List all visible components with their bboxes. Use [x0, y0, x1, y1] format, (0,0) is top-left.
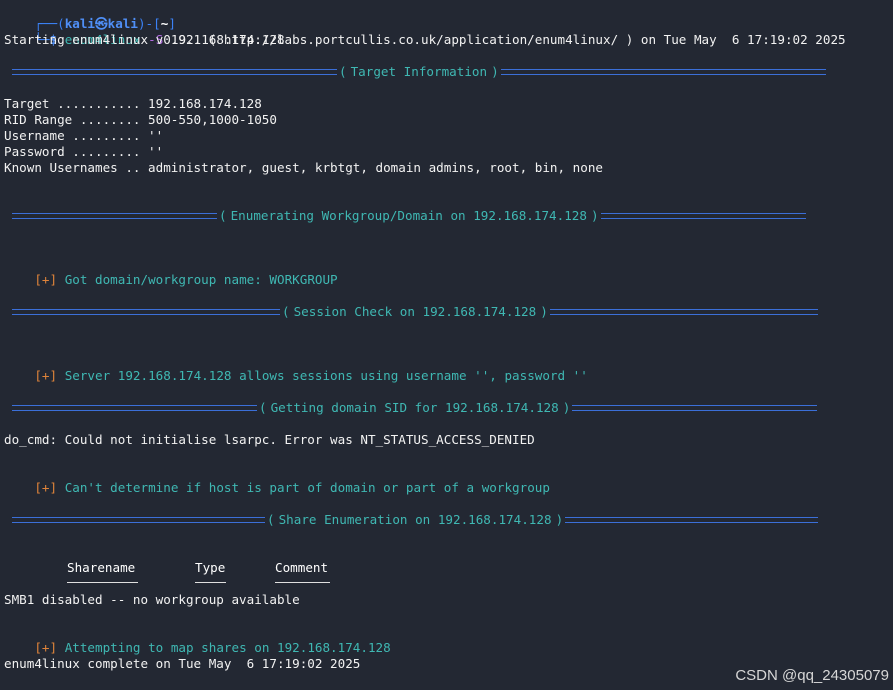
- complete-line: enum4linux complete on Tue May 6 17:19:0…: [4, 656, 361, 671]
- target-line: Target ........... 192.168.174.128: [4, 96, 262, 111]
- result-text: Got domain/workgroup name: WORKGROUP: [64, 272, 338, 287]
- success-marker: [+]: [34, 272, 58, 287]
- section-header-workgroup: ( Enumerating Workgroup/Domain on 192.16…: [12, 208, 806, 224]
- result-session-ok: [+] Server 192.168.174.128 allows sessio…: [4, 352, 588, 383]
- header-close-paren: ): [562, 400, 571, 415]
- section-title-domain-sid: Getting domain SID for 192.168.174.128: [270, 400, 559, 415]
- terminal-window[interactable]: ┌──(kali㉿kali)-[~] └─$ enum4linux -S 192…: [0, 0, 893, 690]
- header-open-paren: (: [339, 64, 347, 79]
- section-title-shares: Share Enumeration on 192.168.174.128: [278, 512, 552, 527]
- watermark: CSDN @qq_24305079: [735, 667, 889, 684]
- section-header-session: ( Session Check on 192.168.174.128 ): [12, 304, 818, 320]
- header-close-paren: ): [555, 512, 564, 527]
- header-rule-left: [12, 69, 337, 75]
- header-close-paren: ): [491, 64, 499, 79]
- share-col-sharename-underline: [67, 582, 138, 583]
- lsarpc-error-line: do_cmd: Could not initialise lsarpc. Err…: [4, 432, 535, 447]
- share-col-comment-underline: [275, 582, 330, 583]
- header-rule-right: [565, 517, 819, 523]
- success-marker: [+]: [34, 640, 58, 655]
- section-title-workgroup: Enumerating Workgroup/Domain on 192.168.…: [230, 208, 587, 223]
- known-usernames-line: Known Usernames .. administrator, guest,…: [4, 160, 603, 175]
- success-marker: [+]: [34, 480, 58, 495]
- header-rule-left: [12, 213, 217, 219]
- share-col-type-underline: [195, 582, 226, 583]
- header-rule-left: [12, 517, 265, 523]
- success-marker: [+]: [34, 368, 58, 383]
- section-header-domain-sid: ( Getting domain SID for 192.168.174.128…: [12, 400, 818, 416]
- prompt-line-top: ┌──(kali㉿kali)-[~]: [4, 0, 176, 31]
- result-text: Server 192.168.174.128 allows sessions u…: [64, 368, 588, 383]
- result-text: Can't determine if host is part of domai…: [64, 480, 550, 495]
- result-map-shares: [+] Attempting to map shares on 192.168.…: [4, 624, 390, 655]
- header-open-paren: (: [219, 208, 227, 223]
- header-rule-right: [500, 69, 826, 75]
- password-line: Password ......... '': [4, 144, 164, 159]
- smb1-line: SMB1 disabled -- no workgroup available: [4, 592, 300, 607]
- section-title-session: Session Check on 192.168.174.128: [293, 304, 537, 319]
- share-col-sharename: Sharename: [67, 560, 136, 575]
- starting-line: Starting enum4linux v0.9.1 ( http://labs…: [4, 32, 846, 47]
- result-text: Attempting to map shares on 192.168.174.…: [64, 640, 391, 655]
- header-open-paren: (: [282, 304, 290, 319]
- result-workgroup-name: [+] Got domain/workgroup name: WORKGROUP: [4, 256, 337, 287]
- section-header-shares: ( Share Enumeration on 192.168.174.128 ): [12, 512, 819, 528]
- section-title-target-info: Target Information: [350, 64, 488, 79]
- header-close-paren: ): [590, 208, 599, 223]
- prompt-line-command: └─$ enum4linux -S 192.168.174.128: [4, 16, 284, 47]
- header-open-paren: (: [259, 400, 267, 415]
- username-line: Username ......... '': [4, 128, 164, 143]
- header-close-paren: ): [540, 304, 548, 319]
- header-rule-right: [549, 309, 818, 315]
- header-rule-left: [12, 309, 280, 315]
- header-open-paren: (: [267, 512, 275, 527]
- header-rule-left: [12, 405, 257, 411]
- share-col-comment: Comment: [275, 560, 329, 575]
- section-header-target-info: ( Target Information ): [12, 64, 826, 80]
- share-col-type: Type: [195, 560, 226, 575]
- rid-range-line: RID Range ........ 500-550,1000-1050: [4, 112, 277, 127]
- header-rule-right: [572, 405, 818, 411]
- result-cant-determine: [+] Can't determine if host is part of d…: [4, 464, 550, 495]
- header-rule-right: [600, 213, 806, 219]
